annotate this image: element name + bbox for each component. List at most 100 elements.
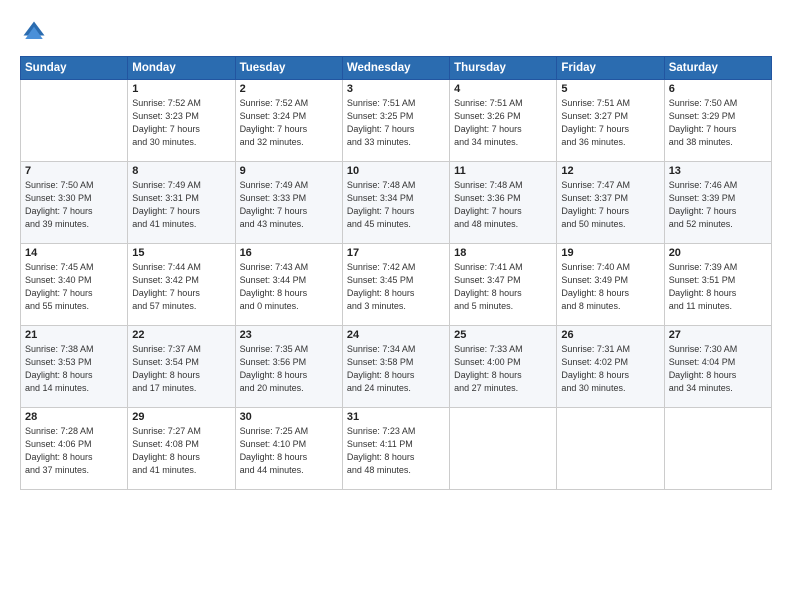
cell-info: Sunset: 3:40 PM (25, 274, 123, 287)
day-number: 14 (25, 247, 123, 259)
cell-info: Sunset: 3:23 PM (132, 110, 230, 123)
calendar-cell: 30Sunrise: 7:25 AMSunset: 4:10 PMDayligh… (235, 408, 342, 490)
calendar-cell: 29Sunrise: 7:27 AMSunset: 4:08 PMDayligh… (128, 408, 235, 490)
cell-info: and 24 minutes. (347, 382, 445, 395)
cell-info: and 34 minutes. (454, 136, 552, 149)
cell-info: Sunrise: 7:30 AM (669, 343, 767, 356)
day-number: 2 (240, 83, 338, 95)
day-number: 11 (454, 165, 552, 177)
cell-info: Sunrise: 7:37 AM (132, 343, 230, 356)
cell-info: Daylight: 8 hours (454, 287, 552, 300)
cell-info: Sunset: 3:34 PM (347, 192, 445, 205)
week-row-3: 14 Sunrise: 7:45 AMSunset: 3:40 PM Dayligh… (21, 244, 772, 326)
calendar-cell (664, 408, 771, 490)
calendar-cell (21, 80, 128, 162)
cell-info: Sunrise: 7:42 AM (347, 261, 445, 274)
cell-info: Daylight: 8 hours (669, 287, 767, 300)
cell-info: Sunrise: 7:51 AM (347, 97, 445, 110)
calendar-cell: 11 Sunrise: 7:48 AMSunset: 3:36 PMDayligh… (450, 162, 557, 244)
cell-info: Sunset: 3:54 PM (132, 356, 230, 369)
cell-info: Daylight: 8 hours (132, 369, 230, 382)
cell-info: Sunset: 3:36 PM (454, 192, 552, 205)
cell-info: and 5 minutes. (454, 300, 552, 313)
day-number: 17 (347, 247, 445, 259)
calendar-cell: 24Sunrise: 7:34 AMSunset: 3:58 PMDayligh… (342, 326, 449, 408)
cell-info: and 30 minutes. (132, 136, 230, 149)
cell-info: Sunrise: 7:52 AM (132, 97, 230, 110)
cell-info: Sunset: 4:06 PM (25, 438, 123, 451)
cell-info: Sunset: 3:31 PM (132, 192, 230, 205)
cell-info: and 36 minutes. (561, 136, 659, 149)
cell-info: Daylight: 8 hours (454, 369, 552, 382)
cell-info: Daylight: 8 hours (240, 287, 338, 300)
cell-info: Daylight: 7 hours (561, 123, 659, 136)
week-row-1: 1Sunrise: 7:52 AMSunset: 3:23 PMDaylight… (21, 80, 772, 162)
day-header-monday: Monday (128, 57, 235, 80)
cell-info: and 55 minutes. (25, 300, 123, 313)
cell-info: and 8 minutes. (561, 300, 659, 313)
cell-info: and 17 minutes. (132, 382, 230, 395)
cell-info: Sunrise: 7:28 AM (25, 425, 123, 438)
day-number: 31 (347, 411, 445, 423)
cell-info: Sunset: 3:45 PM (347, 274, 445, 287)
cell-info: Sunrise: 7:38 AM (25, 343, 123, 356)
cell-info: and 30 minutes. (561, 382, 659, 395)
cell-info: Daylight: 8 hours (240, 451, 338, 464)
week-row-2: 7Sunrise: 7:50 AMSunset: 3:30 PMDaylight… (21, 162, 772, 244)
day-number: 4 (454, 83, 552, 95)
day-header-wednesday: Wednesday (342, 57, 449, 80)
day-number: 18 (454, 247, 552, 259)
day-number: 22 (132, 329, 230, 341)
cell-info: Sunset: 4:10 PM (240, 438, 338, 451)
calendar-cell: 18Sunrise: 7:41 AMSunset: 3:47 PMDayligh… (450, 244, 557, 326)
calendar-cell: 7Sunrise: 7:50 AMSunset: 3:30 PMDaylight… (21, 162, 128, 244)
cell-info: Sunrise: 7:25 AM (240, 425, 338, 438)
cell-info: Daylight: 7 hours (132, 205, 230, 218)
cell-info: and 33 minutes. (347, 136, 445, 149)
cell-info: Sunrise: 7:34 AM (347, 343, 445, 356)
calendar-cell: 6Sunrise: 7:50 AMSunset: 3:29 PMDaylight… (664, 80, 771, 162)
day-number: 27 (669, 329, 767, 341)
cell-info: Daylight: 7 hours (454, 123, 552, 136)
cell-info: Sunrise: 7:45 AM (25, 261, 123, 274)
cell-info: and 0 minutes. (240, 300, 338, 313)
cell-info: and 48 minutes. (347, 464, 445, 477)
cell-info: and 50 minutes. (561, 218, 659, 231)
calendar-cell: 9Sunrise: 7:49 AMSunset: 3:33 PMDaylight… (235, 162, 342, 244)
cell-info: Sunrise: 7:40 AM (561, 261, 659, 274)
logo (20, 18, 52, 46)
cell-info: Sunset: 3:30 PM (25, 192, 123, 205)
calendar-cell: 27Sunrise: 7:30 AMSunset: 4:04 PMDayligh… (664, 326, 771, 408)
day-number: 23 (240, 329, 338, 341)
cell-info: Sunset: 4:04 PM (669, 356, 767, 369)
day-number: 5 (561, 83, 659, 95)
cell-info: Sunset: 3:44 PM (240, 274, 338, 287)
day-number: 8 (132, 165, 230, 177)
calendar-cell: 12Sunrise: 7:47 AMSunset: 3:37 PMDayligh… (557, 162, 664, 244)
cell-info: Daylight: 7 hours (240, 123, 338, 136)
day-number: 12 (561, 165, 659, 177)
cell-info: Sunrise: 7:48 AM (454, 179, 552, 192)
calendar-cell: 22 Sunrise: 7:37 AMSunset: 3:54 PMDayligh… (128, 326, 235, 408)
cell-info: and 37 minutes. (25, 464, 123, 477)
day-header-sunday: Sunday (21, 57, 128, 80)
calendar-cell: 13Sunrise: 7:46 AMSunset: 3:39 PMDayligh… (664, 162, 771, 244)
cell-info: Sunrise: 7:49 AM (132, 179, 230, 192)
cell-info: Sunrise: 7:47 AM (561, 179, 659, 192)
calendar-table: SundayMondayTuesdayWednesdayThursdayFrid… (20, 56, 772, 490)
cell-info: and 34 minutes. (669, 382, 767, 395)
day-number: 20 (669, 247, 767, 259)
cell-info: Sunrise: 7:43 AM (240, 261, 338, 274)
cell-info: Daylight: 7 hours (454, 205, 552, 218)
cell-info: Sunset: 4:11 PM (347, 438, 445, 451)
calendar-cell: 15Sunrise: 7:44 AMSunset: 3:42 PMDayligh… (128, 244, 235, 326)
calendar-cell: 4Sunrise: 7:51 AMSunset: 3:26 PMDaylight… (450, 80, 557, 162)
cell-info: Sunrise: 7:50 AM (669, 97, 767, 110)
cell-info: Sunrise: 7:46 AM (669, 179, 767, 192)
cell-info: Sunrise: 7:49 AM (240, 179, 338, 192)
day-number: 9 (240, 165, 338, 177)
cell-info: Sunset: 3:33 PM (240, 192, 338, 205)
logo-icon (20, 18, 48, 46)
cell-info: and 38 minutes. (669, 136, 767, 149)
cell-info: Daylight: 7 hours (347, 123, 445, 136)
